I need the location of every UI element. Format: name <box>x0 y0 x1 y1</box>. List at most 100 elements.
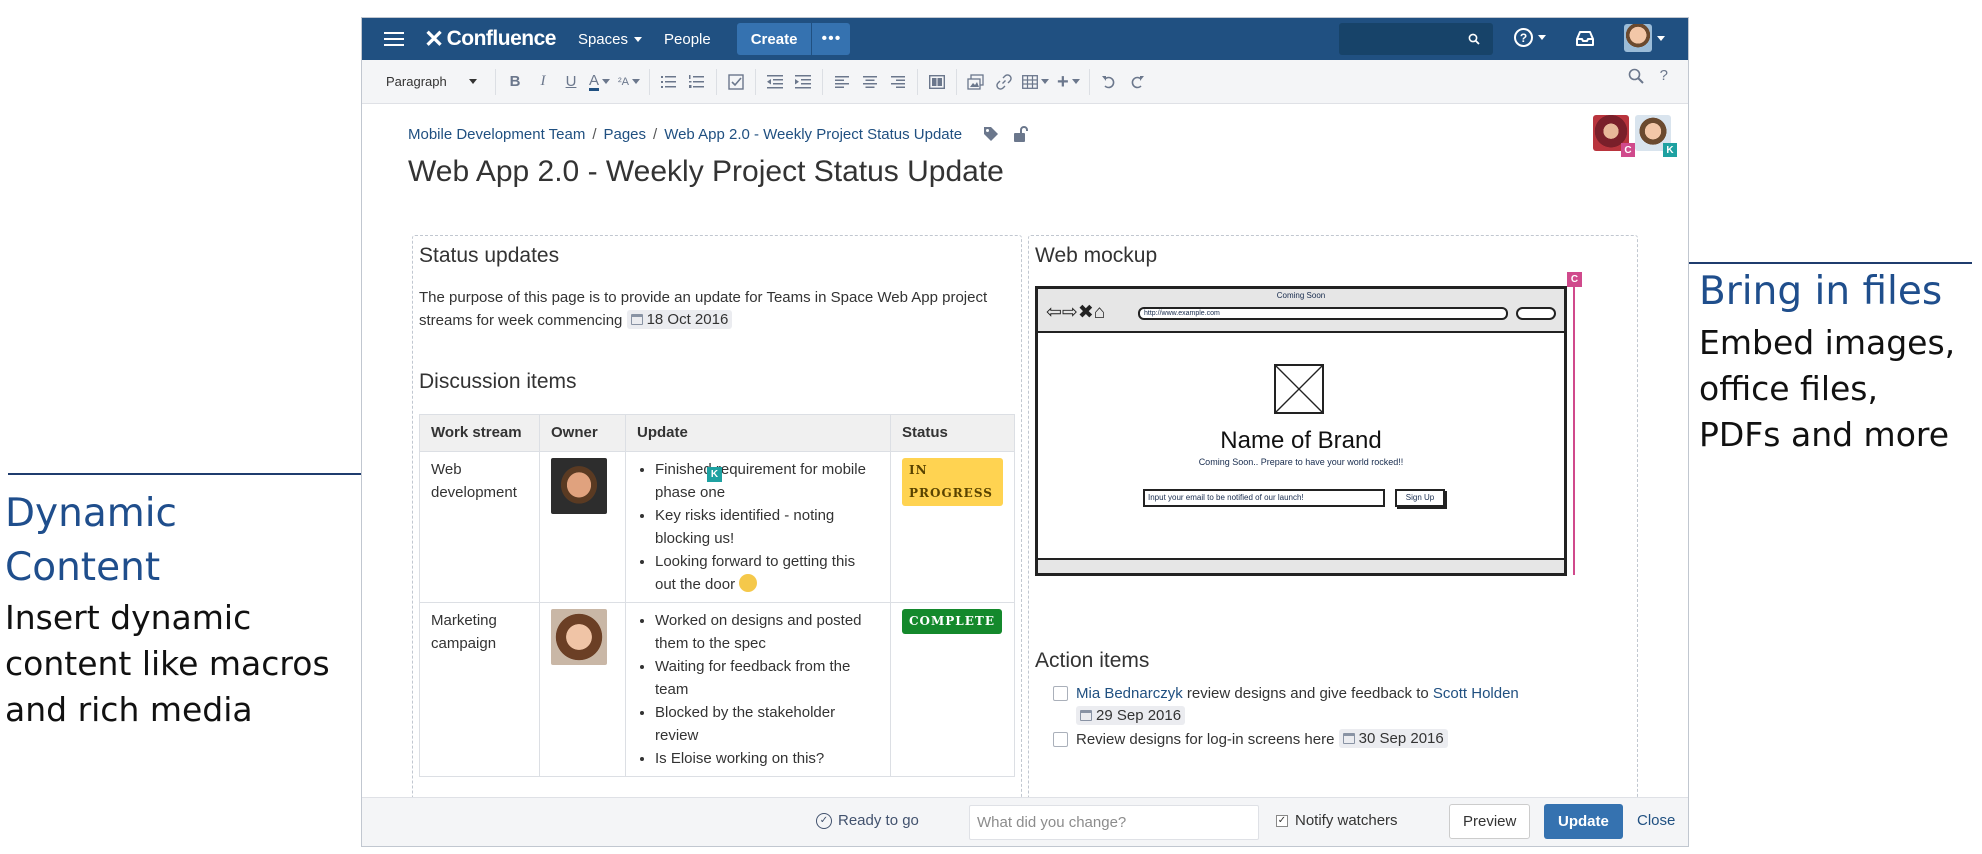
list-item: Waiting for feedback from the team <box>655 655 879 701</box>
paragraph-style-select[interactable]: Paragraph <box>386 74 490 89</box>
discussion-table[interactable]: Work stream Owner Update Status Web deve… <box>419 414 1015 777</box>
align-right-icon[interactable] <box>884 67 912 97</box>
toolbar-divider <box>917 68 919 95</box>
find-replace-icon[interactable] <box>1628 68 1644 84</box>
numbered-list-icon[interactable] <box>683 67 711 97</box>
status-cell[interactable]: IN PROGRESS <box>890 451 1015 603</box>
chevron-down-icon <box>1071 79 1080 84</box>
ready-status: ✓ Ready to go <box>816 812 919 829</box>
update-button[interactable]: Update <box>1544 804 1623 839</box>
collaborator-cursor: C <box>1567 272 1582 287</box>
change-comment-input[interactable] <box>969 805 1259 840</box>
text-color-button[interactable]: A <box>585 67 614 97</box>
preview-button[interactable]: Preview <box>1449 804 1531 839</box>
notifications-icon[interactable] <box>1575 30 1595 47</box>
update-cell[interactable]: Finished requirement for mobile phase on… <box>625 451 891 603</box>
mockup-selection-bar <box>1573 281 1575 575</box>
action-item: Review designs for log-in screens here 3… <box>1053 728 1448 751</box>
text-format-button[interactable]: ²A <box>614 67 644 97</box>
list-item: Worked on designs and posted them to the… <box>655 609 879 655</box>
toolbar-divider <box>649 68 651 95</box>
chevron-down-icon <box>602 79 611 84</box>
align-left-icon[interactable] <box>828 67 856 97</box>
breadcrumb-current-page[interactable]: Web App 2.0 - Weekly Project Status Upda… <box>664 126 962 143</box>
table-icon[interactable] <box>1018 67 1053 97</box>
list-item: Blocked by the stakeholder review <box>655 701 879 747</box>
toolbar-divider <box>716 68 718 95</box>
owner-cell[interactable] <box>539 451 626 603</box>
task-checkbox[interactable] <box>1053 686 1068 701</box>
user-mention[interactable]: Mia Bednarczyk <box>1076 685 1183 702</box>
avatar[interactable]: K <box>1635 115 1677 157</box>
confluence-logo[interactable]: ✕ Confluence <box>424 25 556 54</box>
notify-watchers-checkbox[interactable]: ✓ Notify watchers <box>1276 812 1398 829</box>
list-item: Looking forward to getting this out the … <box>655 550 879 596</box>
keyboard-help-icon[interactable]: ? <box>1660 67 1668 84</box>
page-title[interactable]: Web App 2.0 - Weekly Project Status Upda… <box>408 155 1004 189</box>
close-button[interactable]: Close <box>1637 812 1675 829</box>
create-more-button[interactable]: ••• <box>812 23 851 55</box>
label-tag-icon[interactable] <box>983 126 999 142</box>
italic-button[interactable]: I <box>529 67 557 97</box>
table-header: Owner <box>539 414 626 452</box>
link-icon[interactable] <box>990 67 1018 97</box>
create-button[interactable]: Create <box>736 23 812 55</box>
align-center-icon[interactable] <box>856 67 884 97</box>
checkbox-checked-icon: ✓ <box>1276 814 1288 827</box>
chevron-down-icon <box>1538 35 1546 40</box>
task-checkbox[interactable] <box>1053 732 1068 747</box>
toolbar-divider <box>956 68 958 95</box>
insert-more-button[interactable]: + <box>1053 67 1084 97</box>
update-cell[interactable]: Worked on designs and posted them to the… <box>625 602 891 777</box>
avatar[interactable]: C <box>1593 115 1635 157</box>
breadcrumb: Mobile Development Team / Pages / Web Ap… <box>408 125 1029 143</box>
web-mockup-heading: Web mockup <box>1035 244 1158 267</box>
avatar <box>1624 24 1652 52</box>
mockup-image-placeholder-icon <box>1274 364 1324 414</box>
table-header: Work stream <box>419 414 540 452</box>
underline-button[interactable]: U <box>557 67 585 97</box>
annotation-left-title: Dynamic Content <box>5 491 177 590</box>
date-lozenge[interactable]: 30 Sep 2016 <box>1338 729 1448 748</box>
user-mention[interactable]: Scott Holden <box>1433 685 1519 702</box>
table-header: Update <box>625 414 891 452</box>
menu-icon[interactable] <box>384 32 404 46</box>
layout-column-right[interactable]: Web mockup Coming Soon ⇦⇨✖⌂ http://www.e… <box>1028 235 1638 799</box>
bullet-list-icon[interactable] <box>655 67 683 97</box>
editor-toolbar: Paragraph B I U A ²A + ? <box>362 60 1688 104</box>
chevron-down-icon <box>634 36 642 42</box>
table-header: Status <box>890 414 1015 452</box>
bold-button[interactable]: B <box>501 67 529 97</box>
date-lozenge[interactable]: 18 Oct 2016 <box>626 310 733 329</box>
people-link[interactable]: People <box>664 31 711 48</box>
breadcrumb-space[interactable]: Mobile Development Team <box>408 126 585 143</box>
work-stream-cell[interactable]: Marketing campaign <box>419 602 540 777</box>
task-list-icon[interactable] <box>722 67 750 97</box>
annotation-left-body: Insert dynamic content like macros and r… <box>5 598 330 729</box>
status-cell[interactable]: COMPLETE <box>890 602 1015 777</box>
insert-files-icon[interactable] <box>962 67 990 97</box>
redo-icon[interactable] <box>1123 67 1151 97</box>
help-menu[interactable]: ? <box>1514 28 1546 47</box>
work-stream-cell[interactable]: Web development <box>419 451 540 603</box>
breadcrumb-pages[interactable]: Pages <box>603 126 646 143</box>
outdent-icon[interactable] <box>761 67 789 97</box>
page-layout-icon[interactable] <box>923 67 951 97</box>
indent-icon[interactable] <box>789 67 817 97</box>
web-mockup-image[interactable]: Coming Soon ⇦⇨✖⌂ http://www.example.com … <box>1035 286 1567 576</box>
calendar-icon <box>1080 710 1092 721</box>
owner-cell[interactable] <box>539 602 626 777</box>
action-item: Mia Bednarczyk review designs and give f… <box>1053 682 1519 728</box>
toolbar-divider <box>755 68 757 95</box>
user-avatar-menu[interactable] <box>1624 24 1665 52</box>
layout-column-left[interactable]: Status updates The purpose of this page … <box>412 235 1022 799</box>
date-lozenge[interactable]: 29 Sep 2016 <box>1076 706 1186 725</box>
spaces-menu[interactable]: Spaces <box>578 31 642 48</box>
confluence-x-icon: ✕ <box>424 25 444 53</box>
plus-icon: + <box>1057 70 1069 93</box>
search-input[interactable] <box>1339 23 1493 55</box>
unlock-icon[interactable] <box>1013 125 1029 143</box>
mockup-subtitle: Coming Soon.. Prepare to have your world… <box>1198 457 1404 467</box>
collaborator-cursor: K <box>707 467 722 482</box>
undo-icon[interactable] <box>1095 67 1123 97</box>
